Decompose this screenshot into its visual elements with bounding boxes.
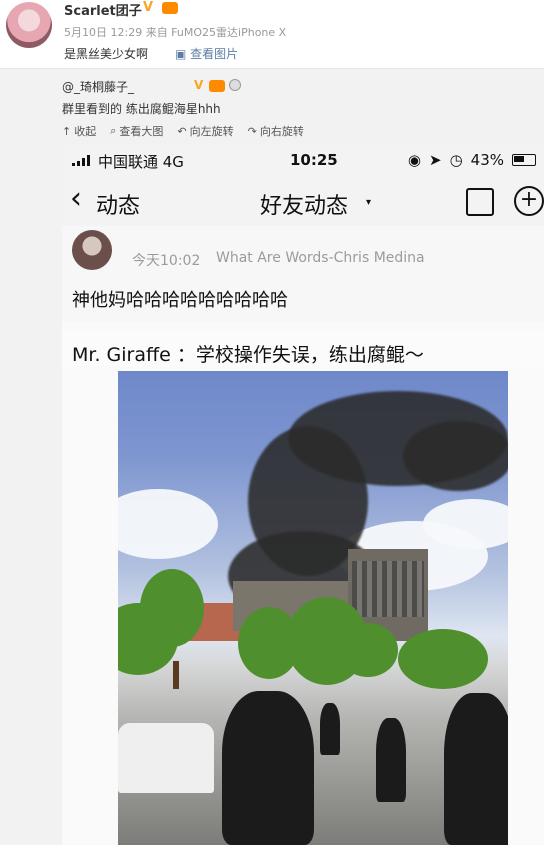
building-windows bbox=[352, 561, 424, 617]
smoke-photo bbox=[118, 371, 508, 845]
repost-card: @_琦桐藤子_ V 群里看到的 练出腐鲲海星hhh ↑ 收起 ⌕ 查看大图 ↶ 向左旋… bbox=[54, 74, 544, 146]
post-song[interactable]: What Are Words-Chris Medina bbox=[216, 250, 425, 266]
collapse-button[interactable]: ↑ 收起 bbox=[62, 123, 96, 139]
tree-trunk bbox=[173, 661, 179, 689]
repost-emoji-icon bbox=[229, 79, 241, 91]
view-large-button[interactable]: ⌕ 查看大图 bbox=[110, 123, 163, 139]
repost-verified-icon: V bbox=[194, 78, 204, 92]
add-icon[interactable]: + bbox=[514, 186, 544, 216]
zoom-icon: ⌕ bbox=[110, 124, 117, 137]
post-meta: 5月10日 12:29 来自 FuMO25雷达iPhone X bbox=[64, 26, 287, 39]
post-avatar[interactable] bbox=[72, 230, 112, 270]
top-navbar: ‹ 动态 好友动态 ▾ + bbox=[62, 174, 544, 226]
status-right: ◉ ➤ ◷ 43% bbox=[408, 151, 536, 169]
post-time: 今天10:02 bbox=[132, 253, 201, 269]
alarm-icon: ◷ bbox=[449, 151, 463, 169]
battery-percent: 43% bbox=[470, 151, 504, 169]
image-icon: ▣ bbox=[175, 47, 191, 61]
back-icon[interactable]: ‹ bbox=[70, 184, 82, 214]
post-text: 是黑丝美少女啊 bbox=[64, 47, 149, 61]
weibo-post-card: Scarlet团子 V 5月10日 12:29 来自 FuMO25雷达iPhon… bbox=[0, 0, 544, 69]
tree-5 bbox=[338, 623, 398, 677]
status-bar: 中国联通 4G 10:25 ◉ ➤ ◷ 43% bbox=[62, 146, 544, 174]
rotate-left-icon: ↶ bbox=[177, 124, 187, 138]
tree-2 bbox=[140, 569, 204, 647]
comment-text: Mr. Giraffe ：学校操作失误，练出腐鲲～ bbox=[72, 344, 424, 366]
feed-content: 今天10:02 What Are Words-Chris Medina 神他妈哈… bbox=[62, 226, 544, 845]
back-label[interactable]: 动态 bbox=[96, 188, 140, 220]
page-title[interactable]: 好友动态 bbox=[260, 188, 348, 220]
repost-user[interactable]: @_琦桐藤子_ bbox=[62, 78, 134, 95]
smoke-head bbox=[403, 421, 508, 491]
comment-card: Mr. Giraffe ：学校操作失误，练出腐鲲～ bbox=[62, 332, 544, 366]
feed-post-text: 神他妈哈哈哈哈哈哈哈哈哈 bbox=[72, 290, 288, 311]
battery-icon bbox=[512, 154, 536, 166]
carrier-text: 中国联通 4G bbox=[98, 153, 184, 171]
person-small bbox=[320, 703, 340, 755]
phone-screenshot: 中国联通 4G 10:25 ◉ ➤ ◷ 43% ‹ 动态 好友动态 ▾ + 今天… bbox=[62, 146, 544, 845]
rotate-left-button[interactable]: ↶ 向左旋转 bbox=[177, 123, 233, 139]
person-center bbox=[222, 691, 314, 845]
compose-icon[interactable] bbox=[466, 188, 494, 216]
repost-level-icon bbox=[209, 80, 225, 92]
feed-post: 今天10:02 What Are Words-Chris Medina 神他妈哈… bbox=[62, 226, 544, 322]
rotate-right-button[interactable]: ↷ 向右旋转 bbox=[248, 123, 304, 139]
navigation-icon: ➤ bbox=[428, 151, 442, 169]
tree-6 bbox=[398, 629, 488, 689]
repost-text: 群里看到的 练出腐鲲海星hhh bbox=[62, 102, 221, 116]
verified-badge-icon: V bbox=[143, 0, 154, 15]
person-far-right bbox=[444, 693, 508, 845]
rotate-right-icon: ↷ bbox=[247, 124, 257, 138]
person-right bbox=[376, 718, 406, 802]
white-car bbox=[118, 723, 214, 793]
collapse-icon: ↑ bbox=[62, 124, 72, 138]
username[interactable]: Scarlet团子 bbox=[64, 0, 142, 19]
view-image-link[interactable]: ▣ 查看图片 bbox=[175, 45, 238, 62]
status-time: 10:25 bbox=[290, 151, 338, 169]
level-badge-icon bbox=[162, 2, 178, 14]
location-icon: ◉ bbox=[407, 151, 421, 169]
title-caret-icon: ▾ bbox=[366, 197, 372, 208]
avatar[interactable] bbox=[6, 2, 52, 48]
cloud-left bbox=[118, 489, 218, 559]
signal-icon bbox=[72, 154, 90, 166]
image-actions: ↑ 收起 ⌕ 查看大图 ↶ 向左旋转 ↷ 向右旋转 bbox=[62, 123, 304, 139]
